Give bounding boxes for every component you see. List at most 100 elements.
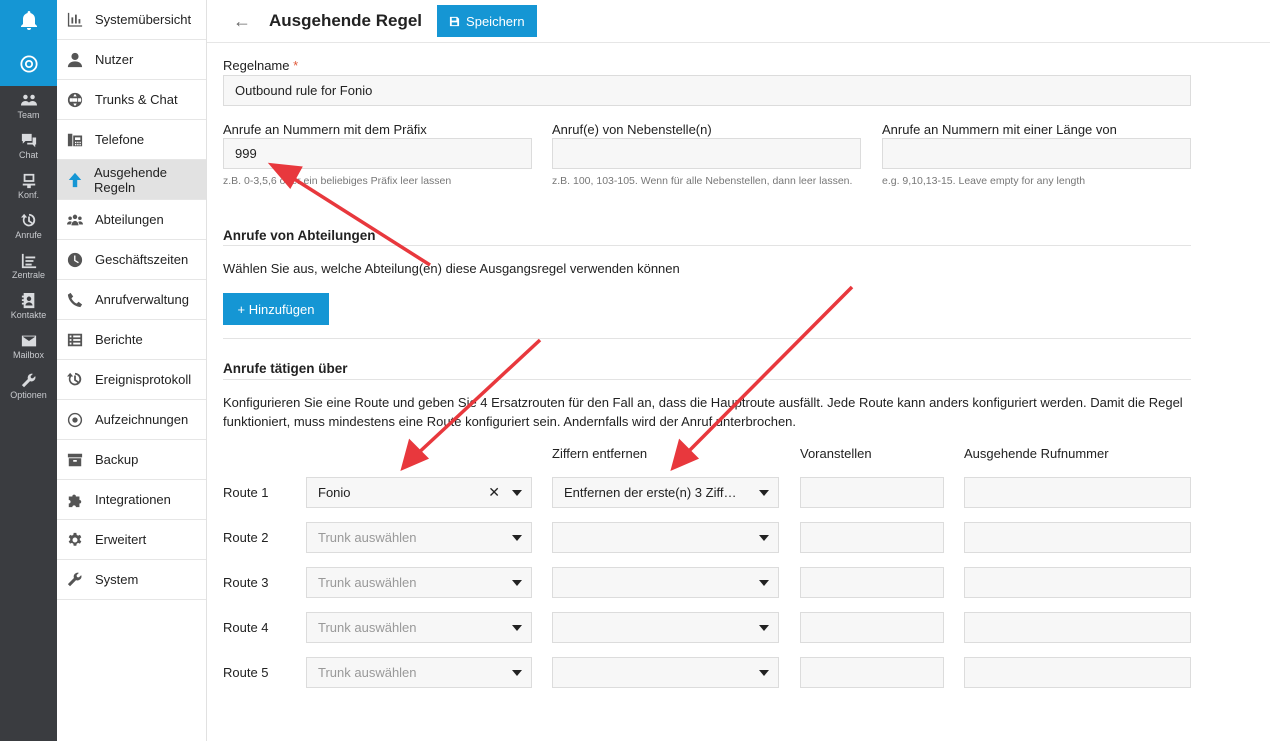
sidebar-item-trunks-chat[interactable]: Trunks & Chat [57,80,206,120]
rail-item-label: Anrufe [15,229,42,240]
archive-icon [65,451,85,469]
outbound-number-input[interactable] [964,522,1191,553]
strip-digits-select[interactable] [552,522,779,553]
wrench-icon [65,571,85,589]
team-icon [20,94,37,105]
outbound-number-input[interactable] [964,477,1191,508]
sidebar-item-label: Integrationen [95,492,171,507]
extensions-label: Anruf(e) von Nebenstelle(n) [552,122,712,137]
sidebar: Systemübersicht Nutzer Trunks & Chat Telefo… [57,0,207,741]
sidebar-item-label: Telefone [95,132,145,147]
required-mark: * [293,58,299,73]
sidebar-item-integrationen[interactable]: Integrationen [57,480,206,520]
sidebar-item-berichte[interactable]: Berichte [57,320,206,360]
sidebar-item-label: Nutzer [95,52,134,67]
sidebar-item-erweitert[interactable]: Erweitert [57,520,206,560]
rail-item-label: Chat [18,149,38,160]
extensions-input[interactable] [552,138,861,169]
sidebar-item-system[interactable]: System [57,560,206,600]
sidebar-item-anrufverwaltung[interactable]: Anrufverwaltung [57,280,206,320]
sidebar-item-backup[interactable]: Backup [57,440,206,480]
chat-icon [21,133,36,147]
record-icon [65,411,85,429]
trunk-placeholder: Trunk auswählen [318,665,417,680]
sidebar-item-ausgehende-regeln[interactable]: Ausgehende Regeln [57,160,206,200]
phone-device-icon [65,131,85,149]
column-outbound-number: Ausgehende Rufnummer [964,446,1109,461]
trunk-placeholder: Trunk auswählen [318,620,417,635]
sidebar-item-systemübersicht[interactable]: Systemübersicht [57,0,206,40]
sidebar-item-label: Trunks & Chat [95,92,178,107]
sidebar-item-label: System [95,572,139,587]
rail-item-team[interactable]: Team [0,86,57,126]
clock-icon [65,251,85,269]
mailbox-icon [21,335,36,346]
rail-item-zentrale[interactable]: Zentrale [0,246,57,286]
length-label: Anrufe an Nummern mit einer Länge von [882,122,1117,137]
add-department-button[interactable]: + Hinzufügen [223,293,329,325]
sidebar-item-ereignisprotokoll[interactable]: Ereignisprotokoll [57,360,206,400]
prefix-hint: z.B. 0-3,5,6 oder ein beliebiges Präfix … [223,175,452,187]
rail-item-optionen[interactable]: Optionen [0,366,57,406]
strip-digits-select[interactable] [552,657,779,688]
rule-name-label: Regelname * [223,58,298,73]
trunk-select[interactable]: Trunk auswählen [306,657,532,688]
group-icon [65,211,85,229]
history-icon [65,371,85,389]
save-button[interactable]: Speichern [437,5,537,37]
rail-item-konf[interactable]: Konf. [0,166,57,206]
clear-icon[interactable]: ✕ [488,484,500,501]
sidebar-item-label: Backup [95,452,139,467]
prepend-input[interactable] [800,522,944,553]
column-prepend: Voranstellen [800,446,872,461]
trunk-select[interactable]: Fonio ✕ [306,477,532,508]
sidebar-item-label: Ausgehende Regeln [94,164,168,195]
rail-item-kontakte[interactable]: Kontakte [0,286,57,326]
trunk-value: Fonio [318,485,351,500]
prepend-input[interactable] [800,567,944,598]
length-input[interactable] [882,138,1191,169]
rule-name-input[interactable]: Outbound rule for Fonio [223,75,1191,106]
divider [223,338,1191,339]
prepend-input[interactable] [800,477,944,508]
phone-icon [65,291,85,309]
sidebar-item-aufzeichnungen[interactable]: Aufzeichnungen [57,400,206,440]
chevron-down-icon [512,625,522,631]
sidebar-item-telefone[interactable]: Telefone [57,120,206,160]
trunk-select[interactable]: Trunk auswählen [306,567,532,598]
trunk-select[interactable]: Trunk auswählen [306,612,532,643]
browser-button[interactable] [0,42,57,86]
switchboard-icon [21,253,36,268]
outbound-number-input[interactable] [964,567,1191,598]
prefix-input[interactable]: 999 [223,138,532,169]
sidebar-item-label: Geschäftszeiten [95,252,189,267]
sidebar-item-geschäftszeiten[interactable]: Geschäftszeiten [57,240,206,280]
contacts-icon [21,292,34,308]
rail-item-chat[interactable]: Chat [0,126,57,166]
sidebar-item-nutzer[interactable]: Nutzer [57,40,206,80]
prefix-label: Anrufe an Nummern mit dem Präfix [223,122,427,137]
trunk-select[interactable]: Trunk auswählen [306,522,532,553]
back-button[interactable]: ← [233,11,251,32]
outbound-number-input[interactable] [964,657,1191,688]
prepend-input[interactable] [800,612,944,643]
strip-digits-select[interactable] [552,612,779,643]
rail-item-label: Kontakte [10,309,47,320]
conference-icon [22,173,35,188]
route-label: Route 5 [223,665,269,680]
length-hint: e.g. 9,10,13-15. Leave empty for any len… [882,175,1086,187]
route-label: Route 2 [223,530,269,545]
chevron-down-icon [512,580,522,586]
outbound-number-input[interactable] [964,612,1191,643]
routes-description: Konfigurieren Sie eine Route und geben S… [223,395,1183,429]
rail-item-mailbox[interactable]: Mailbox [0,326,57,366]
trunk-placeholder: Trunk auswählen [318,530,417,545]
puzzle-icon [65,491,85,509]
prepend-input[interactable] [800,657,944,688]
notifications-button[interactable] [0,0,57,42]
strip-digits-select[interactable]: Entfernen der erste(n) 3 Ziff… [552,477,779,508]
route-label: Route 3 [223,575,269,590]
rail-item-anrufe[interactable]: Anrufe [0,206,57,246]
sidebar-item-abteilungen[interactable]: Abteilungen [57,200,206,240]
strip-digits-select[interactable] [552,567,779,598]
